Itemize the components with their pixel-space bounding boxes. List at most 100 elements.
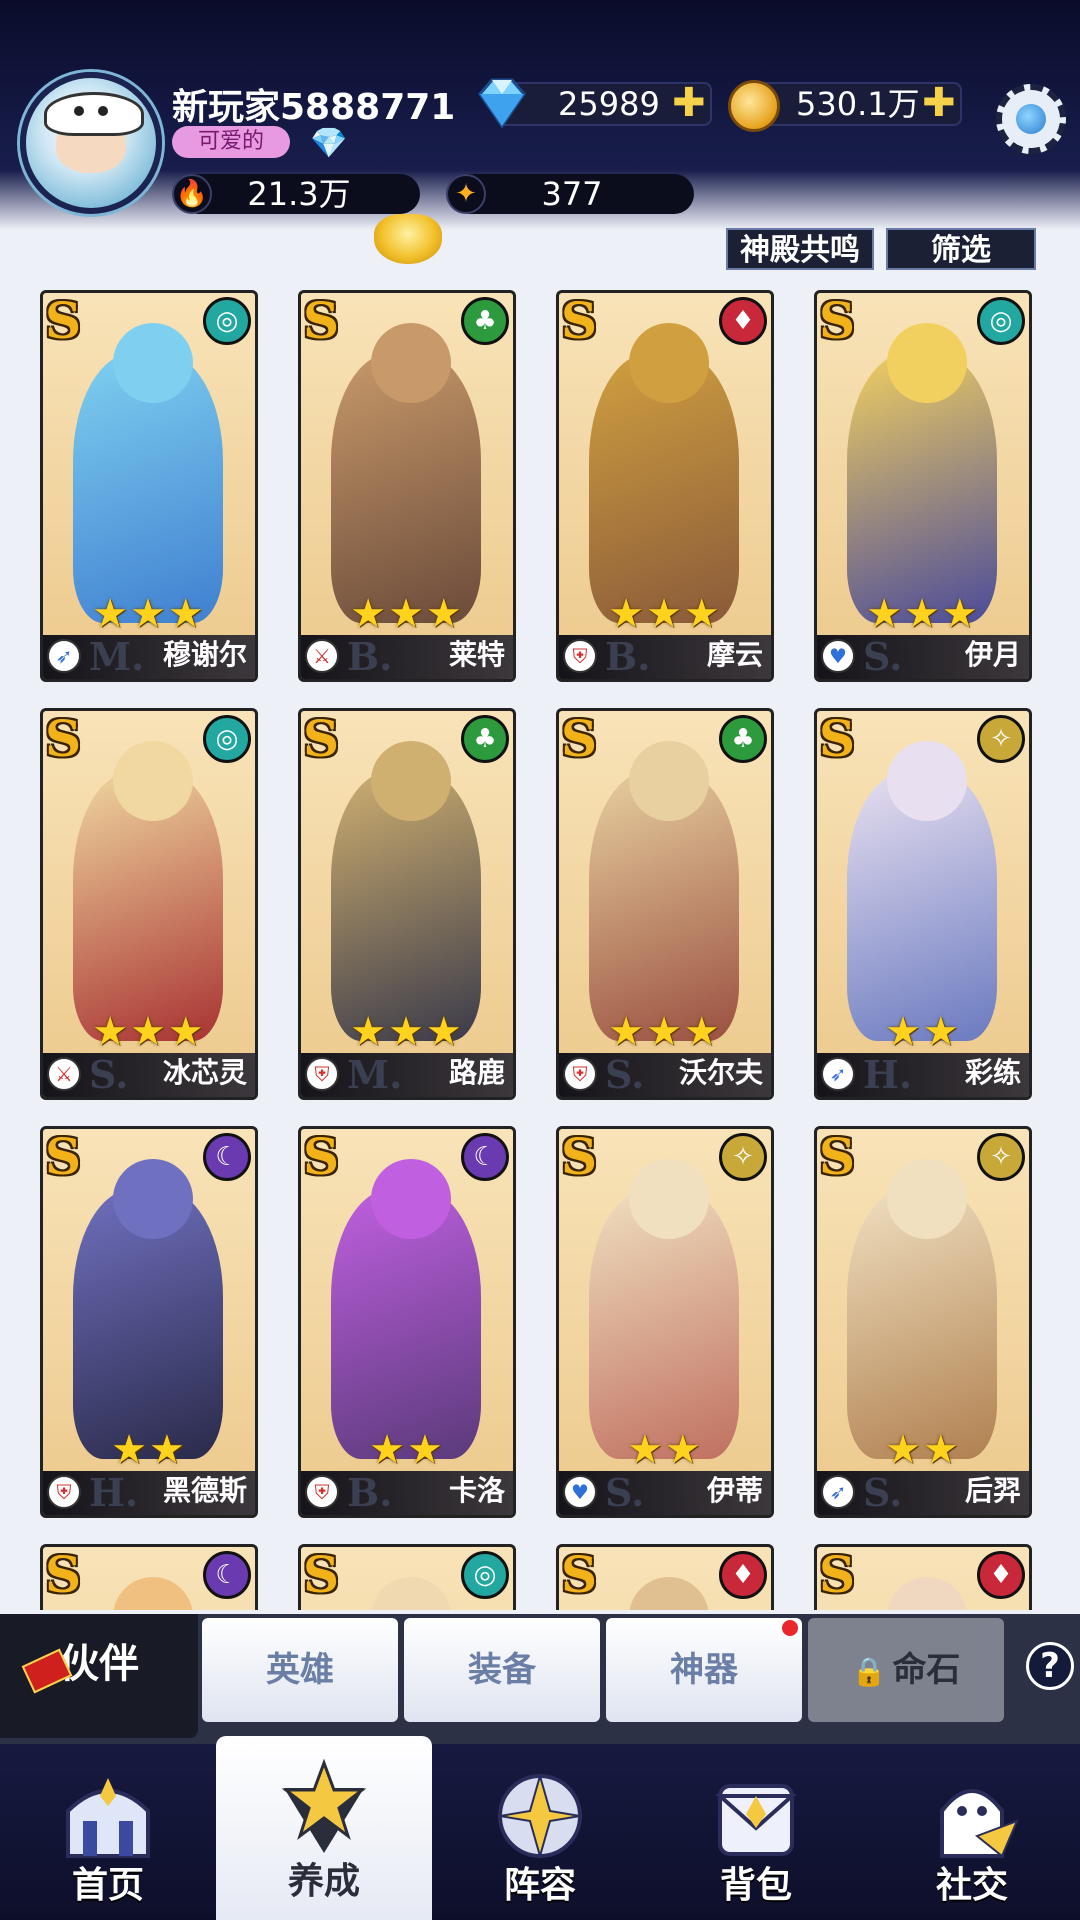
- hero-grid: S ◎ ★★★ ➶ M. 穆谢尔 S ♣ ★★★ ⚔ B. 莱特 S ♦ ★★★ ⛨ B. 摩云 S ◎ ★★★ ♥ S. 伊…: [40, 290, 1050, 1610]
- nav-formation[interactable]: 阵容: [432, 1744, 648, 1920]
- rank-badge: S: [561, 709, 598, 768]
- hero-head: [629, 1577, 709, 1610]
- wind-icon: ◎: [203, 297, 251, 345]
- add-diamond-button[interactable]: ✚: [672, 83, 706, 123]
- tab-artifact[interactable]: 神器: [606, 1618, 802, 1722]
- hero-card-footer: ➶ M. 穆谢尔: [43, 634, 255, 679]
- hero-class-letter: H.: [863, 1052, 913, 1097]
- hero-name: 莱特: [448, 638, 505, 671]
- rank-badge: S: [819, 291, 856, 350]
- settings-gear-icon[interactable]: [996, 84, 1066, 154]
- player-title-badge[interactable]: 可爱的: [172, 126, 290, 158]
- hero-name: 冰芯灵: [162, 1056, 247, 1089]
- category-tabs: 伙伴 英雄 装备 神器 🔒 命石 ?: [0, 1614, 1080, 1744]
- tank-icon: ⛨: [305, 1475, 339, 1509]
- tab-hero[interactable]: 英雄: [202, 1618, 398, 1722]
- star-rating: ★★★: [350, 1009, 464, 1055]
- nav-bag-label: 背包: [719, 1865, 792, 1906]
- hero-card-footer: ⛨ B. 卡洛: [301, 1470, 513, 1515]
- star-rating: ★★: [885, 1009, 961, 1055]
- avatar-cap: [44, 92, 144, 136]
- hero-head: [887, 323, 967, 403]
- rank-badge: S: [45, 709, 82, 768]
- hero-class-letter: S.: [605, 1052, 645, 1097]
- rank-badge: S: [561, 291, 598, 350]
- hero-card[interactable]: S ♦: [814, 1544, 1032, 1610]
- support-icon: ♥: [821, 639, 855, 673]
- hero-card[interactable]: S ♦ ★★★ ⛨ B. 摩云: [556, 290, 774, 682]
- tab-hero-label: 英雄: [266, 1650, 334, 1690]
- hero-card[interactable]: S ♣ ★★★ ⛨ M. 路鹿: [298, 708, 516, 1100]
- hero-head: [371, 1577, 451, 1610]
- star-rating: ★★: [369, 1427, 445, 1473]
- hero-name: 沃尔夫: [678, 1056, 763, 1089]
- hero-card[interactable]: S ✧ ★★ ➶ S. 后羿: [814, 1126, 1032, 1518]
- mage-icon: ➶: [821, 1475, 855, 1509]
- nav-social[interactable]: 社交: [864, 1744, 1080, 1920]
- hero-head: [113, 741, 193, 821]
- rank-badge: S: [303, 1545, 340, 1604]
- hero-card[interactable]: S ♣ ★★★ ⚔ B. 莱特: [298, 290, 516, 682]
- hero-head: [113, 1159, 193, 1239]
- hero-class-letter: H.: [89, 1470, 139, 1515]
- develop-star-icon: [281, 1758, 367, 1853]
- hero-card[interactable]: S ♦: [556, 1544, 774, 1610]
- hero-class-letter: S.: [89, 1052, 129, 1097]
- nav-home[interactable]: 首页: [0, 1744, 216, 1920]
- warrior-icon: ⚔: [47, 1057, 81, 1091]
- hero-card[interactable]: S ◎ ★★★ ⚔ S. 冰芯灵: [40, 708, 258, 1100]
- social-ghost-icon: [940, 1789, 1019, 1858]
- hero-card-footer: ♥ S. 伊月: [817, 634, 1029, 679]
- hero-card-footer: ⛨ M. 路鹿: [301, 1052, 513, 1097]
- bag-envelope-icon: [714, 1784, 798, 1856]
- hero-card-footer: ⛨ B. 摩云: [559, 634, 771, 679]
- flame-icon: 🔥: [172, 174, 212, 214]
- star-points-bar: 377: [450, 174, 694, 214]
- tab-fate-stone[interactable]: 🔒 命石: [808, 1618, 1004, 1722]
- star-rating: ★★: [885, 1427, 961, 1473]
- hero-card[interactable]: S ☾ ★★ ⛨ B. 卡洛: [298, 1126, 516, 1518]
- tab-partner[interactable]: 伙伴: [0, 1614, 198, 1738]
- hero-card[interactable]: S ◎ ★★★ ♥ S. 伊月: [814, 290, 1032, 682]
- gold-coin-icon: [728, 80, 780, 132]
- temple-resonance-button[interactable]: 神殿共鸣: [726, 228, 874, 270]
- hero-name: 摩云: [706, 638, 763, 671]
- gold-balance-bar: 530.1万 ✚: [752, 82, 962, 126]
- hero-card[interactable]: S ☾: [40, 1544, 258, 1610]
- dark-icon: ☾: [203, 1551, 251, 1599]
- fire-icon: ♦: [719, 297, 767, 345]
- player-avatar[interactable]: [20, 72, 162, 214]
- rank-badge: S: [561, 1127, 598, 1186]
- filter-button[interactable]: 筛选: [886, 228, 1036, 270]
- star-compass-icon: ✦: [446, 174, 486, 214]
- hero-card[interactable]: S ◎: [298, 1544, 516, 1610]
- hero-card-footer: ⛨ S. 沃尔夫: [559, 1052, 771, 1097]
- hero-card[interactable]: S ✧ ★★ ➶ H. 彩练: [814, 708, 1032, 1100]
- forest-icon: ♣: [461, 715, 509, 763]
- hero-card[interactable]: S ✧ ★★ ♥ S. 伊蒂: [556, 1126, 774, 1518]
- hero-card[interactable]: S ☾ ★★ ⛨ H. 黑德斯: [40, 1126, 258, 1518]
- nav-develop[interactable]: 养成: [216, 1736, 432, 1920]
- star-rating: ★★★: [866, 591, 980, 637]
- tab-partner-label: 伙伴: [59, 1641, 139, 1687]
- tab-equipment[interactable]: 装备: [404, 1618, 600, 1722]
- hero-head: [887, 1577, 967, 1610]
- add-gold-button[interactable]: ✚: [922, 83, 956, 123]
- hero-class-letter: B.: [605, 634, 651, 679]
- hero-card[interactable]: S ◎ ★★★ ➶ M. 穆谢尔: [40, 290, 258, 682]
- wind-icon: ◎: [977, 297, 1025, 345]
- star-rating: ★★★: [92, 1009, 206, 1055]
- nav-bag[interactable]: 背包: [648, 1744, 864, 1920]
- tab-equipment-label: 装备: [468, 1650, 536, 1690]
- forest-icon: ♣: [461, 297, 509, 345]
- hero-card[interactable]: S ♣ ★★★ ⛨ S. 沃尔夫: [556, 708, 774, 1100]
- help-button[interactable]: ?: [1026, 1642, 1074, 1690]
- diamond-icon: [478, 78, 526, 129]
- light-icon: ✧: [719, 1133, 767, 1181]
- rank-badge: S: [303, 709, 340, 768]
- star-rating: ★★★: [92, 591, 206, 637]
- hero-name: 伊蒂: [706, 1474, 763, 1507]
- rank-badge: S: [819, 1545, 856, 1604]
- rank-badge: S: [819, 1127, 856, 1186]
- gold-ingot-icon[interactable]: [374, 214, 442, 264]
